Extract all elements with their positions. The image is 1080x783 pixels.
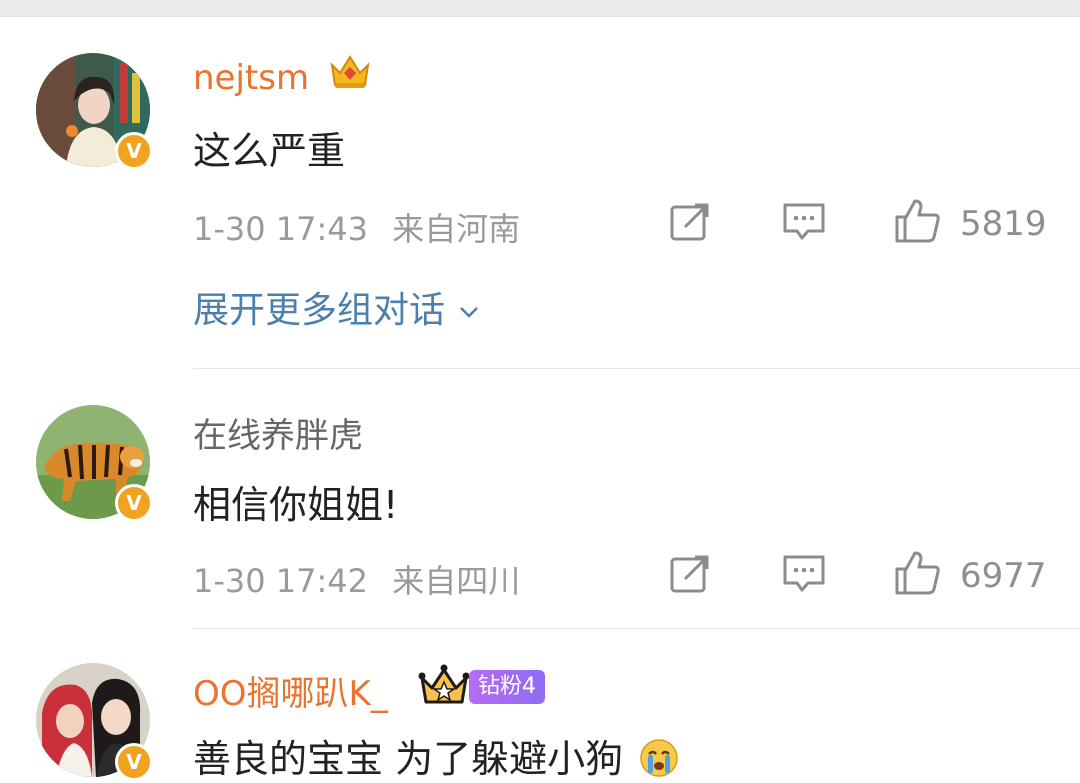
- verified-badge: V: [115, 484, 153, 522]
- verified-badge: V: [115, 132, 153, 170]
- crown-icon: [330, 55, 370, 88]
- like-count: 5819: [960, 204, 1047, 244]
- like-icon[interactable]: [893, 549, 941, 597]
- comment-location: 来自四川: [392, 562, 521, 600]
- comment-item: V 在线养胖虎 相信你姐姐! 1-30 17:42 来自四川 6977: [0, 370, 1080, 628]
- username[interactable]: 在线养胖虎: [193, 408, 363, 457]
- comment-item: V OO搁哪趴K_ 钻粉4 善良的宝宝 为了躲避小狗: [0, 630, 1080, 783]
- share-icon[interactable]: [669, 201, 711, 243]
- comment-icon[interactable]: [782, 553, 826, 595]
- share-icon[interactable]: [669, 553, 711, 595]
- crown-icon: [418, 664, 470, 704]
- crying-face-icon: [640, 739, 678, 777]
- like-count: 6977: [960, 556, 1047, 596]
- comment-location: 来自河南: [392, 210, 521, 248]
- comment-time: 1-30 17:42: [193, 562, 369, 600]
- comment-meta: 1-30 17:42 来自四川: [193, 556, 520, 602]
- comment-icon[interactable]: [782, 201, 826, 243]
- comment-text: 善良的宝宝 为了躲避小狗: [193, 728, 679, 783]
- comment-item: V nejtsm 这么严重 1-30 17:43 来自河南 5819 展开更多组…: [0, 0, 1080, 370]
- chevron-down-icon: [460, 307, 479, 318]
- comment-time: 1-30 17:43: [193, 210, 369, 248]
- divider: [193, 628, 1080, 629]
- comment-meta: 1-30 17:43 来自河南: [193, 204, 520, 250]
- like-icon[interactable]: [893, 197, 941, 245]
- comment-text: 这么严重: [193, 129, 346, 173]
- username[interactable]: OO搁哪趴K_: [193, 666, 388, 715]
- username[interactable]: nejtsm: [193, 58, 309, 98]
- fan-level-badge: 钻粉4: [469, 670, 545, 704]
- expand-conversation-link[interactable]: 展开更多组对话: [193, 281, 480, 333]
- verified-badge: V: [115, 743, 153, 781]
- divider: [193, 368, 1080, 369]
- comment-text: 相信你姐姐!: [193, 483, 399, 527]
